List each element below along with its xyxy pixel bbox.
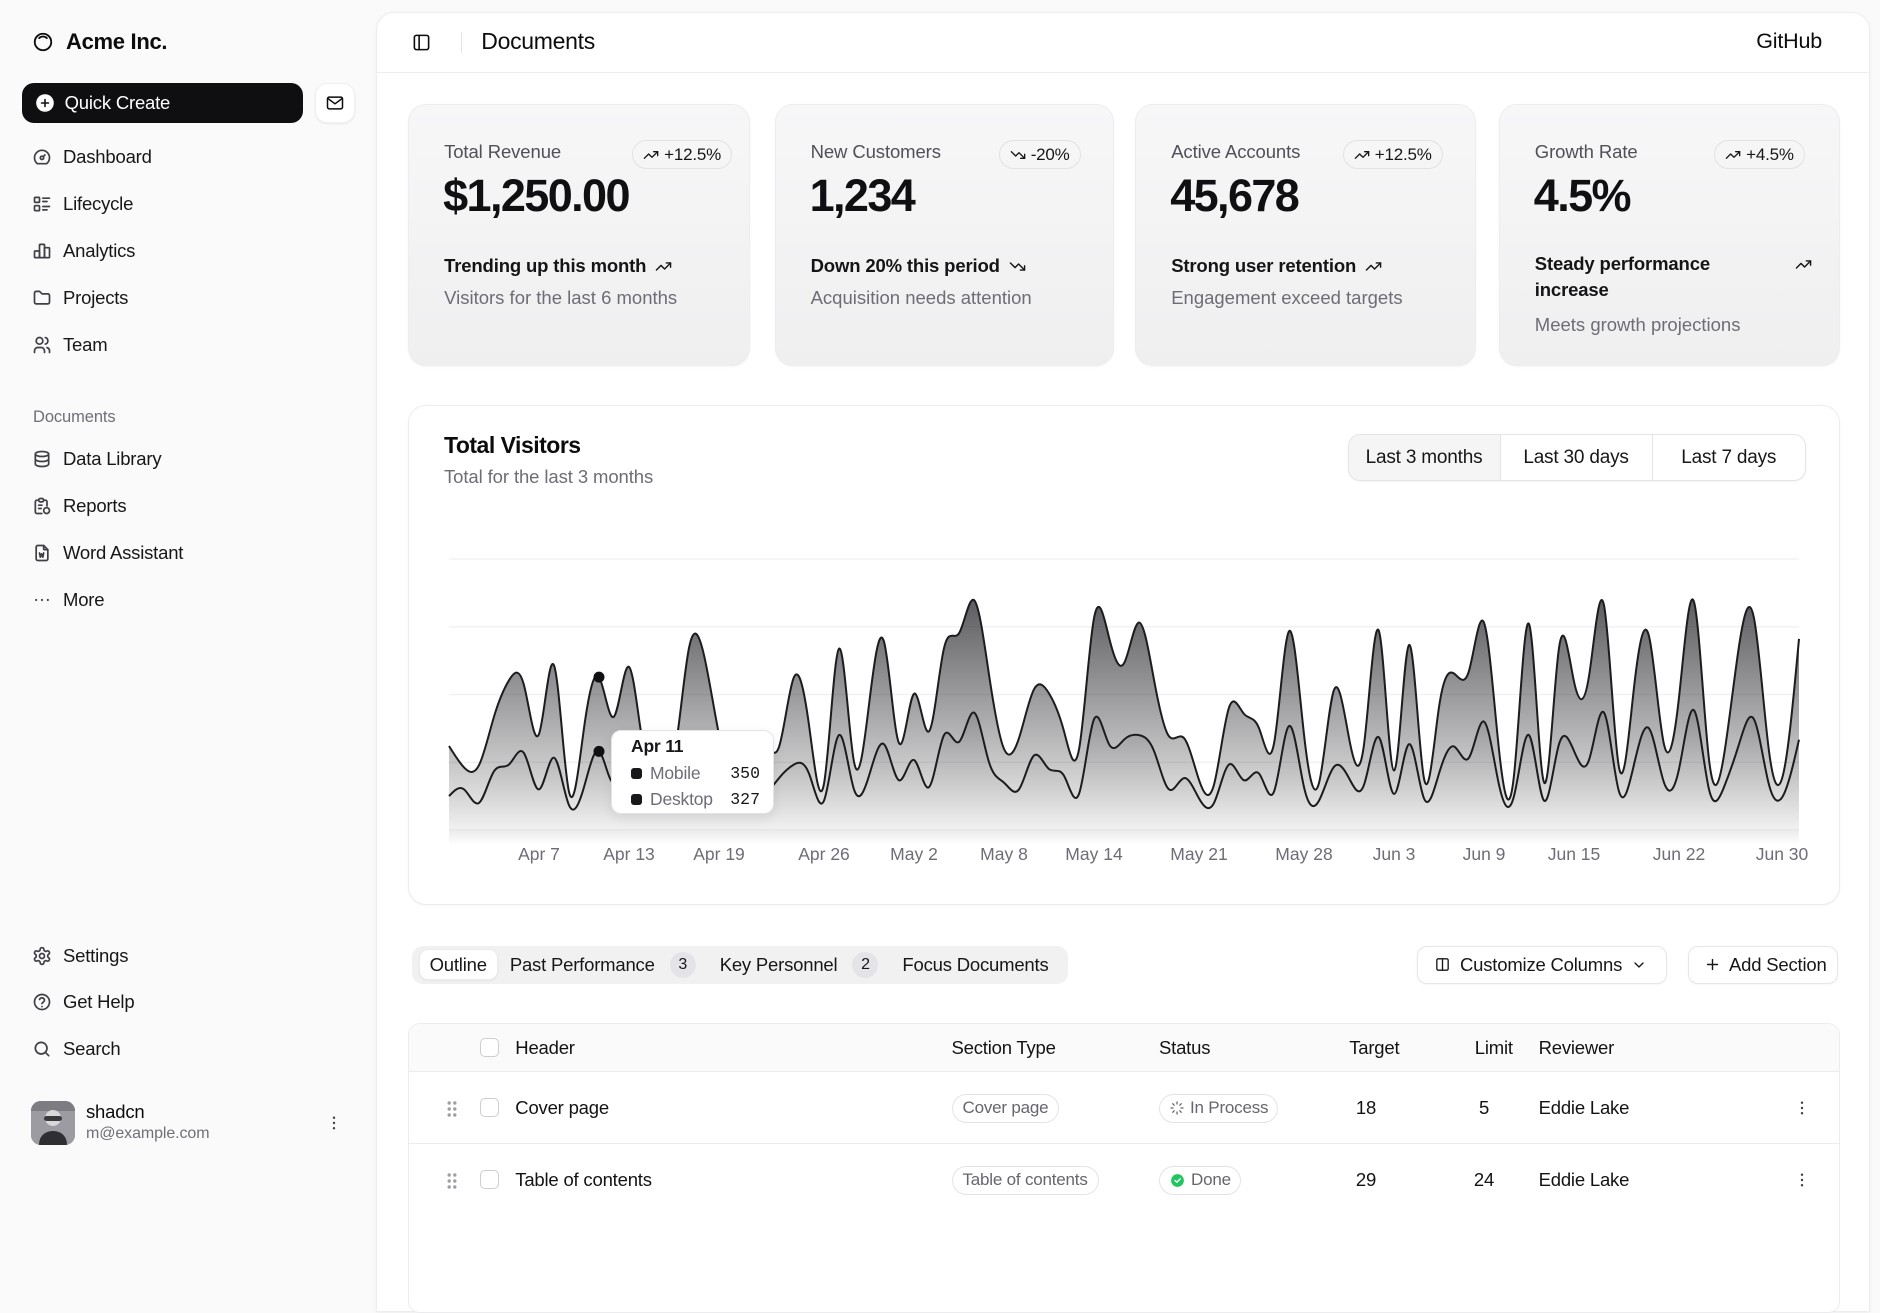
svg-text:Jun 3: Jun 3 — [1373, 844, 1416, 864]
svg-text:May 28: May 28 — [1275, 844, 1332, 864]
svg-text:May 2: May 2 — [890, 844, 938, 864]
svg-text:Apr 7: Apr 7 — [518, 844, 560, 864]
svg-text:May 8: May 8 — [980, 844, 1028, 864]
svg-text:Apr 13: Apr 13 — [603, 844, 655, 864]
svg-text:May 14: May 14 — [1065, 844, 1123, 864]
svg-text:Apr 19: Apr 19 — [693, 844, 745, 864]
svg-text:Jun 15: Jun 15 — [1548, 844, 1601, 864]
svg-text:May 21: May 21 — [1170, 844, 1227, 864]
svg-text:Jun 30: Jun 30 — [1756, 844, 1809, 864]
svg-text:Jun 9: Jun 9 — [1463, 844, 1506, 864]
svg-text:Jun 22: Jun 22 — [1653, 844, 1706, 864]
svg-text:Apr 26: Apr 26 — [798, 844, 850, 864]
